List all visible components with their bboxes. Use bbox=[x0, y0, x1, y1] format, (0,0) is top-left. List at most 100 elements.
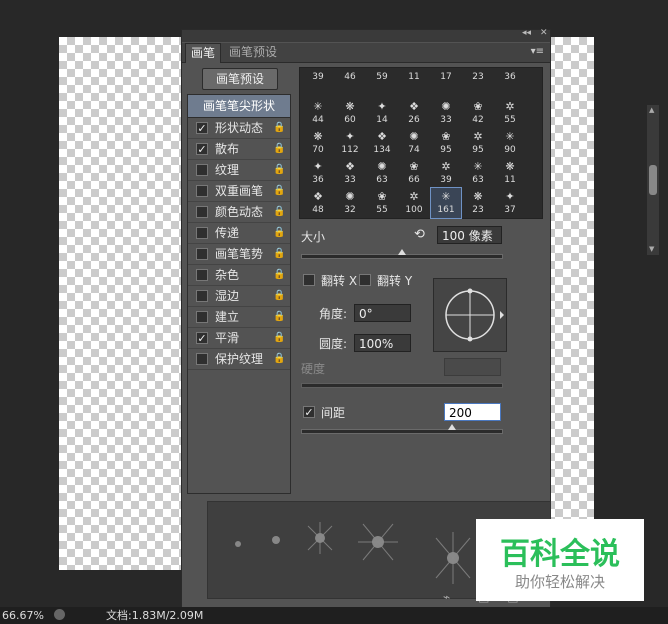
lock-icon[interactable]: 🔒 bbox=[273, 223, 285, 243]
brush-tip-cell[interactable]: ✺ 33 bbox=[431, 98, 461, 128]
brush-tip-cell[interactable]: 39 bbox=[303, 68, 333, 98]
brush-tip-cell[interactable]: ❋ 60 bbox=[335, 98, 365, 128]
scroll-down-icon[interactable]: ▼ bbox=[649, 245, 654, 253]
brush-option-checkbox[interactable] bbox=[196, 164, 208, 176]
brush-option-checkbox[interactable] bbox=[196, 248, 208, 260]
brush-tip-size: 39 bbox=[312, 72, 324, 82]
brush-tip-cell[interactable]: 11 bbox=[399, 68, 429, 98]
lock-icon[interactable]: 🔒 bbox=[273, 244, 285, 264]
brush-tip-cell[interactable]: ✺ 63 bbox=[367, 158, 397, 188]
brush-tip-cell[interactable]: ✳ 90 bbox=[495, 128, 525, 158]
spacing-checkbox[interactable]: ✓ bbox=[303, 406, 315, 418]
scroll-thumb[interactable] bbox=[649, 165, 657, 195]
angle-field[interactable]: 0° bbox=[354, 304, 411, 322]
brush-tip-cell[interactable]: ❀ 55 bbox=[367, 188, 397, 218]
brush-presets-button[interactable]: 画笔预设 bbox=[202, 68, 278, 90]
brush-option-checkbox[interactable]: ✓ bbox=[196, 143, 208, 155]
close-icon[interactable]: ✕ bbox=[540, 28, 548, 38]
brush-option-checkbox[interactable] bbox=[196, 206, 208, 218]
brush-tip-cell[interactable]: ❖ 48 bbox=[303, 188, 333, 218]
brush-tip-cell[interactable]: ❀ 95 bbox=[431, 128, 461, 158]
lock-icon[interactable]: 🔒 bbox=[273, 307, 285, 327]
brush-option-checkbox[interactable] bbox=[196, 353, 208, 365]
brush-tip-cell[interactable]: ✺ 32 bbox=[335, 188, 365, 218]
brush-option-checkbox[interactable] bbox=[196, 185, 208, 197]
brush-tip-cell[interactable]: ❖ 33 bbox=[335, 158, 365, 188]
brush-tip-cell[interactable]: ❀ 66 bbox=[399, 158, 429, 188]
brush-option-checkbox[interactable] bbox=[196, 227, 208, 239]
panel-menu-icon[interactable]: ▾≡ bbox=[531, 46, 544, 57]
lock-icon[interactable]: 🔒 bbox=[273, 202, 285, 222]
brush-tip-cell[interactable]: ✺ 74 bbox=[399, 128, 429, 158]
brush-option-item[interactable]: 传递 🔒 bbox=[188, 223, 290, 244]
brush-tip-cell[interactable]: ✦ 37 bbox=[495, 188, 525, 218]
collapse-icon[interactable]: ◂◂ bbox=[522, 28, 531, 38]
brush-option-item[interactable]: 湿边 🔒 bbox=[188, 286, 290, 307]
brush-option-checkbox[interactable] bbox=[196, 311, 208, 323]
brush-option-item[interactable]: 颜色动态 🔒 bbox=[188, 202, 290, 223]
brush-tip-cell[interactable]: ❋ 11 bbox=[495, 158, 525, 188]
brush-option-item[interactable]: ✓ 平滑 🔒 bbox=[188, 328, 290, 349]
brush-tip-cell[interactable]: ✳ 161 bbox=[430, 187, 462, 219]
brush-option-item[interactable]: 纹理 🔒 bbox=[188, 160, 290, 181]
brush-option-item[interactable]: ✓ 散布 🔒 bbox=[188, 139, 290, 160]
size-slider[interactable] bbox=[301, 249, 503, 259]
reset-size-icon[interactable]: ⟲ bbox=[414, 227, 425, 242]
brush-tip-cell[interactable]: ❖ 134 bbox=[367, 128, 397, 158]
brush-tip-cell[interactable]: ✳ 63 bbox=[463, 158, 493, 188]
brush-option-label: 画笔笔势 bbox=[215, 247, 264, 261]
brush-option-item[interactable]: 建立 🔒 bbox=[188, 307, 290, 328]
brush-tip-cell[interactable]: ❀ 42 bbox=[463, 98, 493, 128]
lock-icon[interactable]: 🔒 bbox=[273, 265, 285, 285]
brush-tip-cell[interactable]: ✲ 39 bbox=[431, 158, 461, 188]
flip-x-checkbox[interactable] bbox=[303, 274, 315, 286]
size-field[interactable]: 100 像素 bbox=[437, 226, 502, 244]
brush-option-item[interactable]: 保护纹理 🔒 bbox=[188, 349, 290, 370]
zoom-level[interactable]: 66.67% bbox=[2, 607, 44, 624]
brush-option-checkbox[interactable] bbox=[196, 269, 208, 281]
toggle-preview-icon[interactable]: ⌁ bbox=[443, 590, 450, 604]
tab-brush-presets[interactable]: 画笔预设 bbox=[224, 43, 282, 62]
brush-option-item[interactable]: 杂色 🔒 bbox=[188, 265, 290, 286]
brush-option-checkbox[interactable]: ✓ bbox=[196, 332, 208, 344]
brush-tip-cell[interactable]: 59 bbox=[367, 68, 397, 98]
roundness-field[interactable]: 100% bbox=[354, 334, 411, 352]
tab-brush[interactable]: 画笔 bbox=[185, 43, 222, 63]
brush-tip-cell[interactable]: 17 bbox=[431, 68, 461, 98]
brush-option-item[interactable]: 画笔笔势 🔒 bbox=[188, 244, 290, 265]
spacing-slider[interactable] bbox=[301, 424, 503, 434]
lock-icon[interactable]: 🔒 bbox=[273, 160, 285, 180]
brush-option-item[interactable]: 双重画笔 🔒 bbox=[188, 181, 290, 202]
brush-tip-cell[interactable]: ✲ 95 bbox=[463, 128, 493, 158]
size-slider-knob[interactable] bbox=[398, 249, 406, 255]
brush-tip-cell[interactable]: ❋ 70 bbox=[303, 128, 333, 158]
brush-tip-cell[interactable]: ✦ 14 bbox=[367, 98, 397, 128]
brush-tip-shape-item[interactable]: 画笔笔尖形状 bbox=[188, 95, 290, 118]
brush-tip-cell[interactable]: ✦ 36 bbox=[303, 158, 333, 188]
brush-tip-cell[interactable]: 36 bbox=[495, 68, 525, 98]
info-icon[interactable] bbox=[54, 609, 65, 620]
lock-icon[interactable]: 🔒 bbox=[273, 349, 285, 369]
brush-tip-cell[interactable]: ✲ 100 bbox=[399, 188, 429, 218]
lock-icon[interactable]: 🔒 bbox=[273, 139, 285, 159]
lock-icon[interactable]: 🔒 bbox=[273, 118, 285, 138]
angle-roundness-preview[interactable] bbox=[433, 278, 507, 352]
brush-tip-cell[interactable]: ✳ 44 bbox=[303, 98, 333, 128]
brush-grid-scrollbar[interactable]: ▲ ▼ bbox=[647, 105, 659, 255]
brush-tip-cell[interactable]: ✲ 55 bbox=[495, 98, 525, 128]
brush-tip-cell[interactable]: 23 bbox=[463, 68, 493, 98]
brush-tip-cell[interactable]: ✦ 112 bbox=[335, 128, 365, 158]
flip-y-checkbox[interactable] bbox=[359, 274, 371, 286]
lock-icon[interactable]: 🔒 bbox=[273, 181, 285, 201]
brush-option-checkbox[interactable]: ✓ bbox=[196, 122, 208, 134]
spacing-slider-knob[interactable] bbox=[448, 424, 456, 430]
brush-tip-cell[interactable]: 46 bbox=[335, 68, 365, 98]
scroll-up-icon[interactable]: ▲ bbox=[649, 106, 654, 114]
lock-icon[interactable]: 🔒 bbox=[273, 286, 285, 306]
brush-tip-cell[interactable]: ❖ 26 bbox=[399, 98, 429, 128]
lock-icon[interactable]: 🔒 bbox=[273, 328, 285, 348]
brush-option-checkbox[interactable] bbox=[196, 290, 208, 302]
spacing-field[interactable]: 200 bbox=[444, 403, 501, 421]
brush-option-item[interactable]: ✓ 形状动态 🔒 bbox=[188, 118, 290, 139]
brush-tip-cell[interactable]: ❋ 23 bbox=[463, 188, 493, 218]
